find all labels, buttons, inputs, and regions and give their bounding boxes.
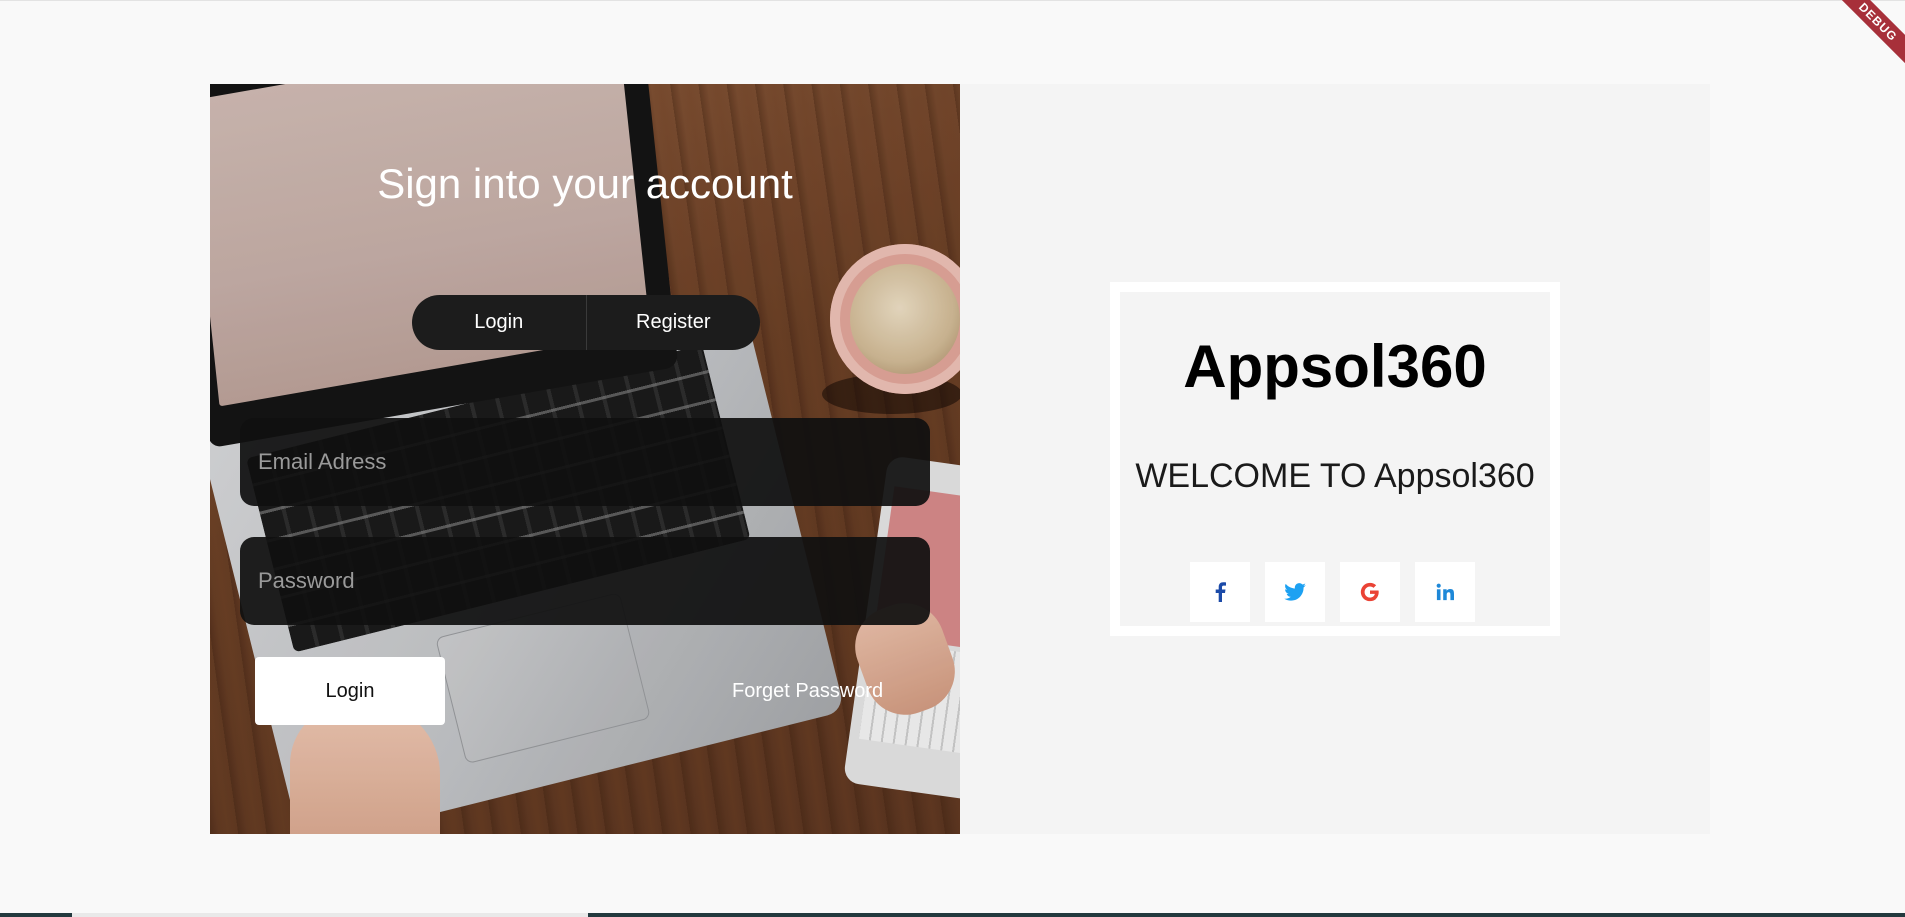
signin-title: Sign into your account bbox=[377, 160, 793, 207]
welcome-message: WELCOME TO Appsol360 bbox=[1135, 457, 1535, 495]
google-button[interactable] bbox=[1340, 562, 1400, 622]
bottom-bar bbox=[0, 913, 1905, 917]
twitter-icon bbox=[1284, 583, 1306, 601]
brand-title: Appsol360 bbox=[1183, 333, 1487, 400]
login-button[interactable]: Login bbox=[255, 657, 445, 725]
bottom-bar-segment bbox=[588, 913, 1905, 917]
signin-panel: Sign into your account Login Register Lo… bbox=[210, 84, 960, 834]
tab-login[interactable]: Login bbox=[412, 295, 587, 350]
linkedin-icon bbox=[1436, 583, 1454, 601]
auth-card: Sign into your account Login Register Lo… bbox=[210, 84, 1710, 834]
top-border bbox=[0, 0, 1905, 1]
forget-password-link[interactable]: Forget Password bbox=[732, 680, 883, 703]
email-input[interactable] bbox=[258, 449, 930, 475]
debug-banner: DEBUG bbox=[1828, 0, 1905, 72]
twitter-button[interactable] bbox=[1265, 562, 1325, 622]
password-input[interactable] bbox=[258, 568, 930, 594]
facebook-button[interactable] bbox=[1190, 562, 1250, 622]
social-buttons bbox=[1190, 562, 1475, 622]
google-icon bbox=[1360, 582, 1379, 602]
email-field[interactable] bbox=[240, 418, 930, 506]
tab-register[interactable]: Register bbox=[587, 295, 761, 350]
welcome-box: Appsol360 WELCOME TO Appsol360 bbox=[1110, 282, 1560, 636]
auth-mode-toggle: Login Register bbox=[412, 295, 760, 350]
linkedin-button[interactable] bbox=[1415, 562, 1475, 622]
bottom-bar-segment bbox=[0, 913, 72, 917]
facebook-icon bbox=[1215, 582, 1226, 602]
password-field[interactable] bbox=[240, 537, 930, 625]
